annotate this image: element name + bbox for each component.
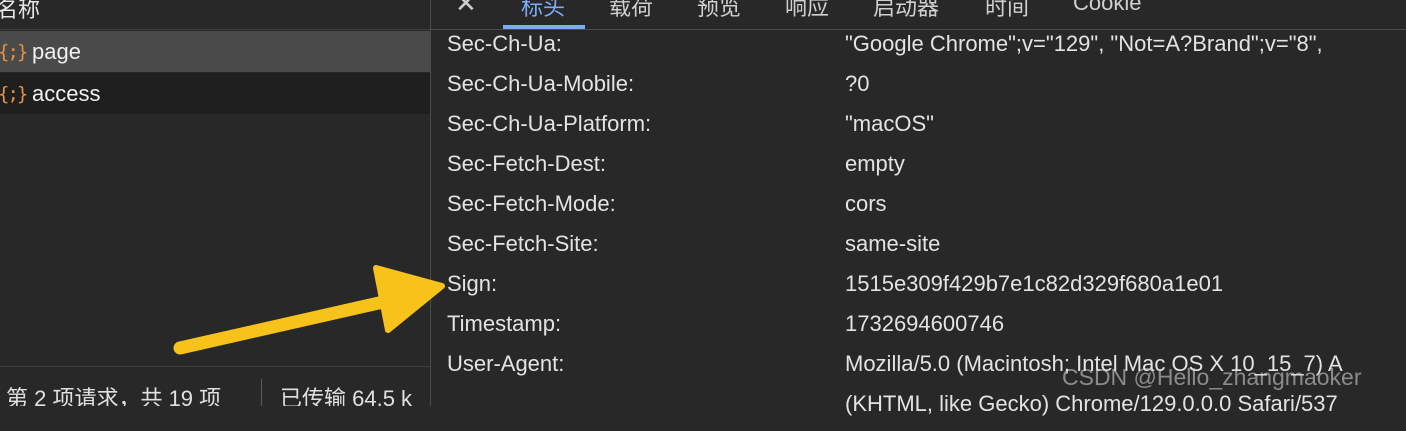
watermark: CSDN @Hello_zhangmaoker (1062, 364, 1362, 390)
annotation-arrow-icon (173, 265, 445, 355)
